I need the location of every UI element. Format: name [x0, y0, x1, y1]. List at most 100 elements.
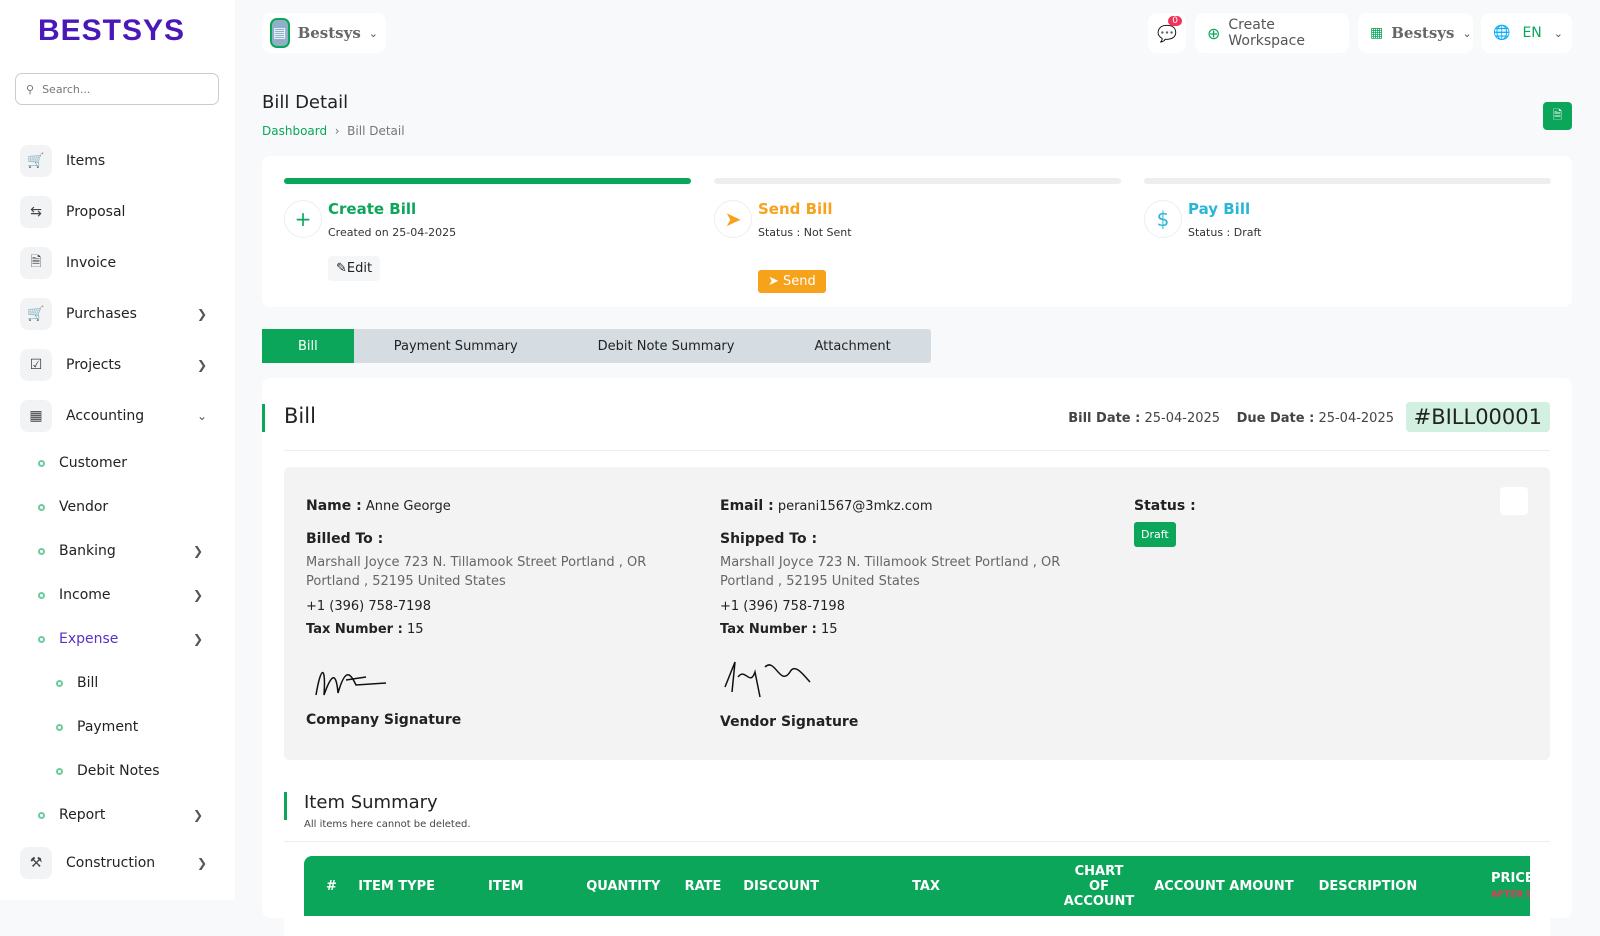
create-workspace-button[interactable]: ⊕ Create Workspace [1195, 13, 1349, 53]
sidebar-item-payment[interactable]: Payment [0, 705, 235, 749]
company-selector[interactable]: ▦ Bestsys ⌄ [1358, 13, 1473, 53]
step-title: Send Bill [758, 200, 833, 218]
step-status: Status : Draft [1188, 226, 1262, 239]
bill-card: Bill Bill Date : 25-04-2025 Due Date : 2… [262, 378, 1572, 936]
bill-dates: Bill Date : 25-04-2025 Due Date : 25-04-… [1068, 411, 1394, 426]
sidebar-item-report[interactable]: Report ❯ [0, 793, 235, 837]
label: Create Workspace [1228, 17, 1305, 49]
breadcrumb-dashboard[interactable]: Dashboard [262, 124, 327, 138]
clipboard-dollar-icon: $ [1144, 200, 1182, 238]
label: Bestsys [1391, 24, 1455, 42]
sidebar-item-income[interactable]: Income ❯ [0, 573, 235, 617]
shipped-address-line2: Portland , 52195 United States [720, 574, 920, 589]
sidebar-item-invoice[interactable]: 🗎 Invoice [0, 237, 235, 288]
sidebar-item-purchases[interactable]: 🛒 Purchases ❯ [0, 288, 235, 339]
sidebar-item-projects[interactable]: ☑ Projects ❯ [0, 339, 235, 390]
logo: BESTSYS [38, 14, 186, 47]
tax-label: Tax Number : [306, 622, 403, 637]
item-summary-heading: Item Summary [304, 792, 438, 813]
sidebar-item-banking[interactable]: Banking ❯ [0, 529, 235, 573]
billed-address-line2: Portland , 52195 United States [306, 574, 506, 589]
company-signature-image [315, 672, 387, 696]
tax-label: Tax Number : [720, 622, 817, 637]
plus-circle-icon: ⊕ [1207, 23, 1221, 43]
tab-attachment[interactable]: Attachment [774, 329, 930, 363]
sidebar-item-bill[interactable]: Bill [0, 661, 235, 705]
label: Send [783, 274, 816, 289]
breadcrumb: Dashboard › Bill Detail [262, 124, 405, 138]
tab-bill[interactable]: Bill [262, 329, 354, 363]
bill-tabs: Bill Payment Summary Debit Note Summary … [262, 329, 931, 363]
globe-icon: 🌐 [1493, 25, 1511, 41]
status-label: Status : [1134, 498, 1196, 514]
vendor-signature-image [724, 661, 811, 698]
label: Items [66, 152, 106, 169]
language-selector[interactable]: 🌐 EN ⌄ [1481, 13, 1572, 53]
messages-button[interactable]: 💬 0 [1148, 13, 1186, 53]
company-signature-label: Company Signature [306, 712, 462, 728]
label: Purchases [66, 305, 137, 322]
bill-date: 25-04-2025 [1144, 411, 1221, 426]
apps-icon: ▦ [1370, 25, 1384, 41]
send-button[interactable]: ➤ Send [758, 270, 826, 293]
step-status: Created on 25-04-2025 [328, 226, 457, 239]
bill-progress-card: + Create Bill Created on 25-04-2025 ✎Edi… [262, 156, 1572, 307]
chevron-right-icon: ❯ [196, 306, 207, 321]
name-value: Anne George [365, 499, 451, 514]
col-tax: TAX [912, 878, 941, 894]
progress-bar [714, 178, 1121, 184]
step-create-bill: + Create Bill Created on 25-04-2025 ✎Edi… [284, 178, 691, 281]
breadcrumb-current: Bill Detail [347, 124, 405, 138]
label: Report [59, 807, 106, 823]
page-title: Bill Detail [262, 92, 349, 113]
plus-icon: + [284, 200, 322, 238]
step-title: Create Bill [328, 200, 417, 218]
edit-button[interactable]: ✎Edit [328, 256, 381, 281]
due-date-label: Due Date : [1236, 411, 1315, 426]
check-square-icon: ☑ [20, 348, 52, 381]
col-description: DESCRIPTION [1318, 878, 1418, 894]
email-label: Email : [720, 498, 774, 514]
step-send-bill: ➤ Send Bill Status : Not Sent ➤ Send [714, 178, 1121, 293]
chat-icon: 💬 [1157, 23, 1177, 43]
label: Debit Notes [77, 763, 160, 779]
tax-value: 15 [406, 622, 424, 637]
workspace-selector[interactable]: ▤ Bestsys ⌄ [262, 13, 386, 53]
export-pdf-button[interactable]: 🗎 [1543, 102, 1572, 130]
sidebar-item-expense[interactable]: Expense ❯ [0, 617, 235, 661]
tax-value: 15 [820, 622, 838, 637]
send-icon: ➤ [714, 200, 752, 238]
col-rate: RATE [684, 878, 722, 894]
bill-date-label: Bill Date : [1068, 411, 1141, 426]
cart-icon: 🛒 [20, 297, 52, 330]
chevron-down-icon: ⌄ [196, 408, 207, 423]
label: Edit [346, 261, 373, 276]
step-status: Status : Not Sent [758, 226, 852, 239]
sidebar-item-debit-notes[interactable]: Debit Notes [0, 749, 235, 793]
label: Payment [77, 719, 139, 735]
sidebar-item-customer[interactable]: Customer [0, 441, 235, 485]
billed-phone: +1 (396) 758-7198 [306, 599, 431, 614]
dot-icon [38, 459, 45, 467]
dot-icon [38, 591, 45, 599]
tab-payment-summary[interactable]: Payment Summary [354, 329, 558, 363]
label: Accounting [66, 407, 145, 424]
sidebar-item-items[interactable]: 🛒 Items [0, 135, 235, 186]
dot-icon [38, 811, 45, 819]
billed-to-label: Billed To : [306, 531, 384, 547]
col-chart-of-account: CHART OF ACCOUNT [1063, 863, 1135, 909]
options-button[interactable] [1500, 487, 1528, 515]
sidebar-item-construction[interactable]: ⚒ Construction ❯ [0, 837, 235, 888]
dot-icon [56, 723, 63, 731]
label: EN [1522, 25, 1542, 41]
sidebar-item-vendor[interactable]: Vendor [0, 485, 235, 529]
sidebar-item-accounting[interactable]: ▦ Accounting ⌄ [0, 390, 235, 441]
tab-debit-note-summary[interactable]: Debit Note Summary [558, 329, 775, 363]
search-icon: ⚲ [26, 82, 35, 96]
sidebar-item-proposal[interactable]: ⇆ Proposal [0, 186, 235, 237]
vendor-signature-label: Vendor Signature [720, 714, 859, 730]
progress-bar [284, 178, 691, 184]
search-input[interactable]: ⚲ Search... [15, 73, 219, 105]
workspace-logo-icon: ▤ [270, 18, 290, 48]
step-title: Pay Bill [1188, 200, 1251, 218]
